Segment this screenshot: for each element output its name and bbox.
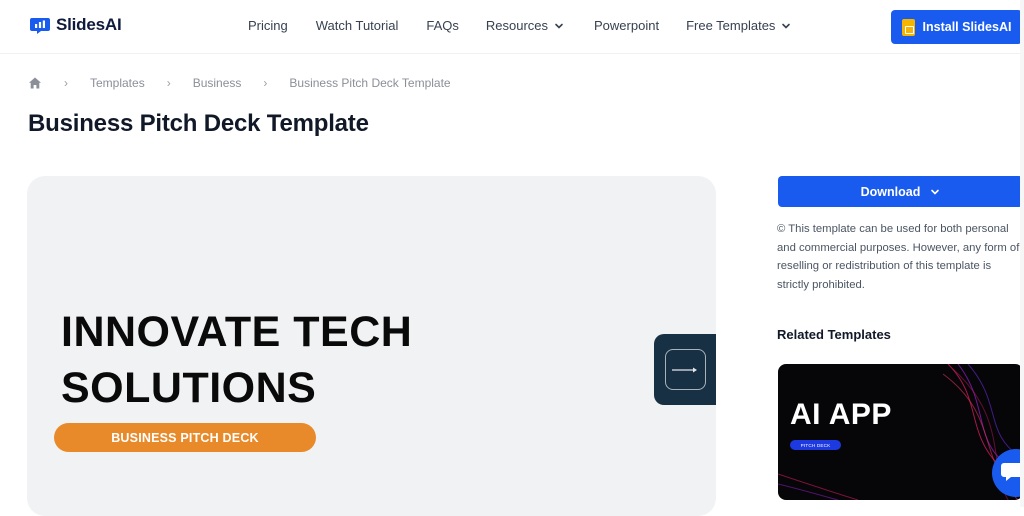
breadcrumb-separator: ›	[64, 76, 68, 90]
related-template-badge: PITCH DECK	[790, 440, 841, 450]
install-button-label: Install SlidesAI	[922, 20, 1012, 34]
page-scrollbar[interactable]	[1020, 0, 1024, 507]
slide-title-line: SOLUTIONS	[61, 364, 317, 412]
nav-item-resources[interactable]: Resources	[486, 18, 564, 33]
related-template-card[interactable]: AI APP PITCH DECK	[778, 364, 1023, 500]
nav-label: Free Templates	[686, 18, 776, 33]
brand-name: SlidesAI	[56, 15, 122, 34]
slide-subtitle-pill: BUSINESS PITCH DECK	[54, 423, 316, 452]
breadcrumb-templates[interactable]: Templates	[90, 76, 145, 90]
install-slidesai-button[interactable]: Install SlidesAI	[891, 10, 1022, 44]
nav-item-watch-tutorial[interactable]: Watch Tutorial	[316, 18, 399, 33]
breadcrumb-business[interactable]: Business	[193, 76, 242, 90]
download-button[interactable]: Download	[778, 176, 1023, 207]
related-template-title: AI APP	[790, 398, 892, 431]
nav-label: Resources	[485, 18, 549, 33]
next-slide-button[interactable]	[654, 334, 716, 405]
license-notice: © This template can be used for both per…	[777, 223, 1020, 291]
download-label: Download	[860, 184, 921, 199]
google-slides-icon	[901, 18, 915, 36]
next-slide-frame	[664, 349, 706, 390]
page-title: Business Pitch Deck Template	[28, 110, 369, 137]
slide-title: INNOVATE TECH SOLUTIONS	[61, 304, 412, 416]
nav-item-free-templates[interactable]: Free Templates	[686, 18, 791, 33]
nav-label: FAQs	[426, 18, 459, 33]
nav-label: Powerpoint	[594, 18, 660, 33]
slidesai-logo-icon	[30, 18, 50, 34]
breadcrumb: › Templates › Business › Business Pitch …	[28, 76, 451, 90]
nav-item-powerpoint[interactable]: Powerpoint	[594, 18, 659, 33]
nav-item-faqs[interactable]: FAQs	[426, 18, 459, 33]
slidesai-logo[interactable]: SlidesAI	[30, 15, 122, 35]
home-icon[interactable]	[28, 76, 42, 90]
main-nav: Pricing Watch Tutorial FAQs Resources Po…	[248, 18, 791, 33]
nav-item-pricing[interactable]: Pricing	[248, 18, 288, 33]
decorative-wave-graphic	[778, 364, 1023, 500]
chevron-down-icon	[931, 189, 940, 195]
chevron-down-icon	[782, 23, 791, 29]
slide-title-line: INNOVATE TECH	[61, 308, 413, 356]
related-templates-heading: Related Templates	[777, 327, 891, 342]
template-preview[interactable]: INNOVATE TECH SOLUTIONS BUSINESS PITCH D…	[27, 176, 716, 516]
arrow-right-icon	[672, 367, 697, 372]
breadcrumb-current: Business Pitch Deck Template	[289, 76, 451, 90]
nav-label: Watch Tutorial	[315, 18, 399, 33]
top-navigation-bar: SlidesAI Pricing Watch Tutorial FAQs Res…	[0, 0, 1024, 54]
chevron-down-icon	[555, 23, 563, 29]
nav-label: Pricing	[248, 18, 288, 33]
breadcrumb-separator: ›	[263, 76, 268, 90]
breadcrumb-separator: ›	[166, 76, 171, 90]
